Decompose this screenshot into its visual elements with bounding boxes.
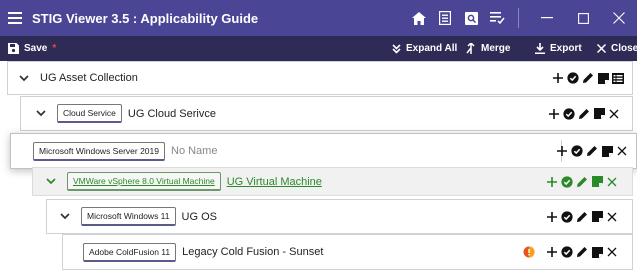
check-circle-icon[interactable] (563, 107, 575, 121)
node-name: UG Virtual Machine (226, 175, 322, 188)
add-icon[interactable] (548, 107, 560, 121)
chevron-down-icon[interactable] (59, 211, 71, 223)
download-icon (535, 43, 545, 54)
add-icon[interactable] (546, 210, 558, 224)
document-icon[interactable] (432, 0, 458, 36)
asset-type-tag[interactable]: Cloud Service (57, 104, 122, 123)
save-button[interactable]: Save * (8, 36, 56, 61)
tree-row-coldfusion[interactable]: Adobe ColdFusion 11 Legacy Cold Fusion -… (62, 234, 633, 270)
edit-pencil-icon[interactable] (582, 71, 594, 85)
note-icon[interactable] (591, 245, 603, 259)
delete-icon[interactable] (606, 245, 618, 259)
toolbar: Save * Expand All Merge Export Close (0, 36, 637, 61)
title-bar: STIG Viewer 3.5 : Applicability Guide (0, 0, 637, 36)
check-circle-icon[interactable] (561, 245, 573, 259)
note-icon[interactable] (593, 107, 605, 121)
chevron-down-icon[interactable] (18, 72, 30, 84)
tree-row-cloud-service[interactable]: Cloud Service UG Cloud Serivce (20, 96, 633, 131)
delete-icon[interactable] (616, 144, 628, 158)
check-circle-icon[interactable] (561, 210, 573, 224)
tree-row-dragging[interactable]: Microsoft Windows Server 2019 No Name (10, 133, 637, 169)
edit-pencil-icon[interactable] (576, 210, 588, 224)
tree-row-asset-collection[interactable]: UG Asset Collection (7, 61, 633, 95)
merge-button[interactable]: Merge (466, 36, 510, 61)
list-icon[interactable] (612, 71, 624, 85)
menu-icon[interactable] (0, 0, 30, 36)
delete-icon[interactable] (608, 107, 620, 121)
edit-pencil-icon[interactable] (576, 245, 588, 259)
warning-icon[interactable] (523, 245, 535, 259)
note-icon[interactable] (597, 71, 609, 85)
add-icon[interactable] (556, 144, 568, 158)
note-icon[interactable] (591, 210, 603, 224)
node-name: UG Asset Collection (40, 72, 138, 84)
asset-type-tag[interactable]: Adobe ColdFusion 11 (83, 242, 177, 262)
check-circle-icon[interactable] (567, 71, 579, 85)
unsaved-marker: * (52, 43, 57, 54)
chevron-down-icon[interactable] (35, 108, 47, 120)
window-title: STIG Viewer 3.5 : Applicability Guide (32, 10, 259, 26)
node-name: Legacy Cold Fusion - Sunset (182, 246, 324, 258)
add-icon[interactable] (552, 71, 564, 85)
note-icon[interactable] (591, 175, 603, 189)
save-icon (8, 43, 19, 54)
edit-pencil-icon[interactable] (576, 175, 588, 189)
delete-icon[interactable] (606, 175, 618, 189)
export-label: Export (550, 43, 582, 54)
add-icon[interactable] (546, 175, 558, 189)
search-doc-icon[interactable] (458, 0, 484, 36)
edit-pencil-icon[interactable] (578, 107, 590, 121)
close-button[interactable]: Close (597, 36, 637, 61)
node-name: UG Cloud Serivce (127, 107, 216, 120)
double-chevron-down-icon (392, 43, 401, 54)
asset-type-tag[interactable]: Microsoft Windows Server 2019 (33, 141, 165, 161)
close-icon (597, 44, 606, 53)
tree-row-windows-11[interactable]: Microsoft Windows 11 UG OS (46, 199, 633, 234)
check-circle-icon[interactable] (561, 175, 573, 189)
checklist-icon[interactable] (484, 0, 510, 36)
asset-type-tag[interactable]: VMWare vSphere 8.0 Virtual Machine (67, 172, 221, 191)
node-name: No Name (171, 145, 218, 157)
chevron-down-icon[interactable] (45, 176, 57, 188)
node-name: UG OS (181, 210, 217, 223)
close-window-icon[interactable] (601, 0, 637, 36)
save-label: Save (24, 43, 48, 54)
maximize-icon[interactable] (565, 0, 601, 36)
minimize-icon[interactable] (529, 0, 565, 36)
edit-pencil-icon[interactable] (586, 144, 598, 158)
tree-row-drop-target[interactable]: VMWare vSphere 8.0 Virtual Machine UG Vi… (32, 167, 633, 196)
close-label: Close (611, 43, 637, 54)
merge-icon (466, 43, 475, 54)
export-button[interactable]: Export (535, 36, 582, 61)
add-icon[interactable] (546, 245, 558, 259)
check-circle-icon[interactable] (571, 144, 583, 158)
expand-all-label: Expand All (406, 43, 458, 54)
home-icon[interactable] (406, 0, 432, 36)
divider (518, 8, 519, 28)
delete-icon[interactable] (606, 210, 618, 224)
merge-label: Merge (481, 43, 511, 54)
asset-type-tag[interactable]: Microsoft Windows 11 (81, 207, 176, 226)
note-icon[interactable] (601, 144, 613, 158)
expand-all-button[interactable]: Expand All (392, 36, 457, 61)
